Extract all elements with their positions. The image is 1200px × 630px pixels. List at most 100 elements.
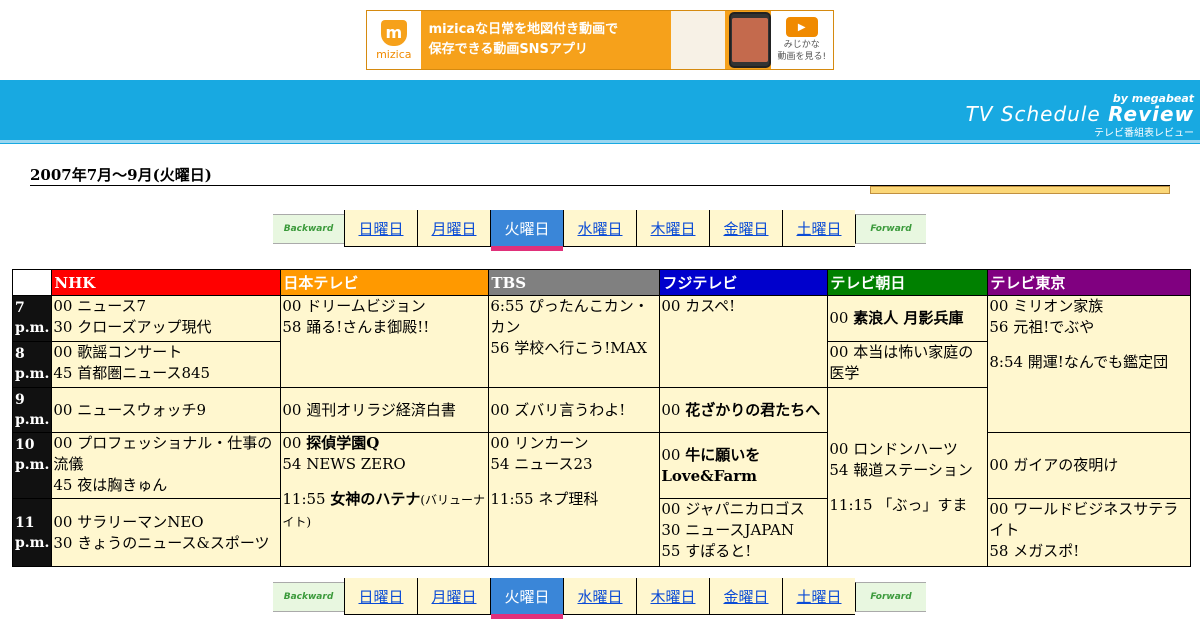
program-cell: 00 素浪人 月影兵庫 <box>827 295 989 342</box>
time-7pm: 7 p.m. <box>11 295 53 342</box>
program-cell: 00 牛に願いを Love&Farm <box>659 432 829 499</box>
program-item[interactable]: 56 学校へ行こう!MAX <box>490 338 658 359</box>
program-item[interactable]: 58 メガスポ! <box>989 541 1189 562</box>
ad-logo-text: mizica <box>376 47 412 61</box>
program-cell: 00 週刊オリラジ経済白書 <box>280 387 490 433</box>
time-8pm: 8 p.m. <box>11 341 53 388</box>
program-item[interactable]: 00 ジャパニカロゴス <box>661 499 826 520</box>
program-item[interactable]: 00 ロンドンハーツ <box>829 439 986 460</box>
program-item[interactable]: 55 すぽると! <box>661 541 826 562</box>
day-nav-bottom: Backward 日曜日 月曜日 火曜日 水曜日 木曜日 金曜日 土曜日 For… <box>273 578 926 619</box>
channel-header-tbs: TBS <box>488 269 661 296</box>
program-item[interactable]: 54 NEWS ZERO <box>282 454 487 475</box>
backward-button[interactable]: Backward <box>273 214 344 244</box>
program-cell: 00 リンカーン 54 ニュース23 11:55 ネプ理科 <box>488 432 661 567</box>
tab-tuesday[interactable]: 火曜日 <box>490 210 563 251</box>
program-item[interactable]: 00 カスペ! <box>661 296 826 317</box>
ad-banner[interactable]: m mizica mizicaな日常を地図付き動画で 保存できる動画SNSアプリ… <box>366 10 834 70</box>
program-item[interactable]: 54 報道ステーション <box>829 460 986 481</box>
channel-header-tx: テレビ東京 <box>987 269 1192 296</box>
program-item[interactable]: 00 サラリーマンNEO <box>53 512 279 533</box>
site-logo[interactable]: TV Schedule Review <box>966 102 1194 126</box>
program-item[interactable]: 00 ドリームビジョン <box>282 296 487 317</box>
tab-tuesday[interactable]: 火曜日 <box>490 578 563 619</box>
tab-friday[interactable]: 金曜日 <box>709 210 782 247</box>
program-cell: 00 ロンドンハーツ 54 報道ステーション 11:15 「ぶっ」すま <box>827 387 989 567</box>
program-item[interactable]: 00 ミリオン家族 <box>989 296 1189 317</box>
program-cell: 00 ドリームビジョン 58 踊る!さんま御殿!! <box>280 295 490 388</box>
corner-cell <box>11 269 53 296</box>
tab-monday[interactable]: 月曜日 <box>417 578 490 615</box>
forward-button[interactable]: Forward <box>855 582 926 612</box>
program-item[interactable]: 00 週刊オリラジ経済白書 <box>282 400 487 421</box>
header-subtitle: テレビ番組表レビュー <box>1094 128 1194 139</box>
tab-friday[interactable]: 金曜日 <box>709 578 782 615</box>
program-item[interactable]: 00 素浪人 月影兵庫 <box>829 308 986 329</box>
tab-sunday[interactable]: 日曜日 <box>344 210 417 247</box>
schedule-table: NHK 日本テレビ TBS フジテレビ テレビ朝日 テレビ東京 7 p.m. 0… <box>11 269 1192 567</box>
ad-copy: mizicaな日常を地図付き動画で 保存できる動画SNSアプリ <box>421 20 672 60</box>
program-cell: 00 ニュース7 30 クローズアップ現代 <box>51 295 282 342</box>
tab-saturday[interactable]: 土曜日 <box>782 210 855 247</box>
tab-thursday[interactable]: 木曜日 <box>636 210 709 247</box>
program-item[interactable]: 00 ズバリ言うわよ! <box>490 400 658 421</box>
program-cell: 6:55 ぴったんこカン・カン 56 学校へ行こう!MAX <box>488 295 661 388</box>
program-item[interactable]: 00 プロフェッショナル・仕事の流儀 <box>53 433 279 475</box>
program-item[interactable]: 00 花ざかりの君たちへ <box>661 400 826 421</box>
time-9pm: 9 p.m. <box>11 387 53 433</box>
program-item[interactable]: 11:15 「ぶっ」すま <box>829 495 986 516</box>
tab-monday[interactable]: 月曜日 <box>417 210 490 247</box>
program-cell: 00 探偵学園Q 54 NEWS ZERO 11:55 女神のハテナ(バリューナ… <box>280 432 490 567</box>
program-item[interactable]: 00 ニュースウォッチ9 <box>53 400 279 421</box>
program-item[interactable]: 00 探偵学園Q <box>282 433 487 454</box>
program-item[interactable]: 00 リンカーン <box>490 433 658 454</box>
program-cell: 00 ミリオン家族 56 元祖!でぶや 8:54 開運!なんでも鑑定団 <box>987 295 1192 433</box>
program-cell: 00 ジャパニカロゴス 30 ニュースJAPAN 55 すぽると! <box>659 498 829 567</box>
program-item[interactable]: 54 ニュース23 <box>490 454 658 475</box>
program-item[interactable]: 45 夜は胸きゅん <box>53 475 279 496</box>
program-item[interactable]: 00 ガイアの夜明け <box>989 455 1189 476</box>
program-cell: 00 ワールドビジネスサテライト 58 メガスポ! <box>987 498 1192 567</box>
program-item[interactable]: 56 元祖!でぶや <box>989 317 1189 338</box>
time-11pm: 11 p.m. <box>11 498 53 567</box>
forward-button[interactable]: Forward <box>855 214 926 244</box>
program-item[interactable]: 30 クローズアップ現代 <box>53 317 279 338</box>
program-item[interactable]: 30 ニュースJAPAN <box>661 520 826 541</box>
program-item[interactable]: 58 踊る!さんま御殿!! <box>282 317 487 338</box>
program-item[interactable]: 11:55 ネプ理科 <box>490 489 658 510</box>
program-item[interactable]: 8:54 開運!なんでも鑑定団 <box>989 352 1189 373</box>
ad-copy-line1: mizicaな日常を地図付き動画で <box>428 22 619 37</box>
program-cell: 00 歌謡コンサート 45 首都圏ニュース845 <box>51 341 282 388</box>
channel-header-nhk: NHK <box>51 269 282 296</box>
tab-thursday[interactable]: 木曜日 <box>636 578 709 615</box>
program-cell: 00 カスペ! <box>659 295 829 388</box>
map-image <box>671 11 726 69</box>
program-cell: 00 花ざかりの君たちへ <box>659 387 829 433</box>
channel-header-cx: フジテレビ <box>659 269 829 296</box>
channel-header-ex: テレビ朝日 <box>827 269 989 296</box>
day-nav-top: Backward 日曜日 月曜日 火曜日 水曜日 木曜日 金曜日 土曜日 For… <box>273 210 926 251</box>
phone-image <box>729 12 771 68</box>
ad-copy-line2: 保存できる動画SNSアプリ <box>428 42 588 57</box>
program-item[interactable]: 45 首都圏ニュース845 <box>53 363 279 384</box>
program-item[interactable]: 30 きょうのニュース&スポーツ <box>53 533 279 554</box>
program-item[interactable]: 00 ニュース7 <box>53 296 279 317</box>
tab-sunday[interactable]: 日曜日 <box>344 578 417 615</box>
tab-wednesday[interactable]: 水曜日 <box>563 210 636 247</box>
ad-cta[interactable]: ▶ みじかな 動画を見る! <box>770 11 833 69</box>
program-item[interactable]: 00 ワールドビジネスサテライト <box>989 499 1189 541</box>
site-header: by megabeat TV Schedule Review テレビ番組表レビュ… <box>0 80 1200 144</box>
program-item[interactable]: 00 歌謡コンサート <box>53 342 279 363</box>
program-cell: 00 サラリーマンNEO 30 きょうのニュース&スポーツ <box>51 498 282 567</box>
tab-saturday[interactable]: 土曜日 <box>782 578 855 615</box>
backward-button[interactable]: Backward <box>273 582 344 612</box>
mizica-logo-icon: m <box>380 19 407 46</box>
ad-logo: m mizica <box>367 11 421 69</box>
tab-wednesday[interactable]: 水曜日 <box>563 578 636 615</box>
program-cell: 00 ガイアの夜明け <box>987 432 1192 499</box>
program-item[interactable]: 11:55 女神のハテナ(バリューナイト) <box>282 489 487 533</box>
program-item[interactable]: 00 牛に願いを Love&Farm <box>661 445 826 487</box>
program-item[interactable]: 6:55 ぴったんこカン・カン <box>490 296 658 338</box>
program-item[interactable]: 00 本当は怖い家庭の医学 <box>829 342 986 384</box>
program-cell: 00 ズバリ言うわよ! <box>488 387 661 433</box>
